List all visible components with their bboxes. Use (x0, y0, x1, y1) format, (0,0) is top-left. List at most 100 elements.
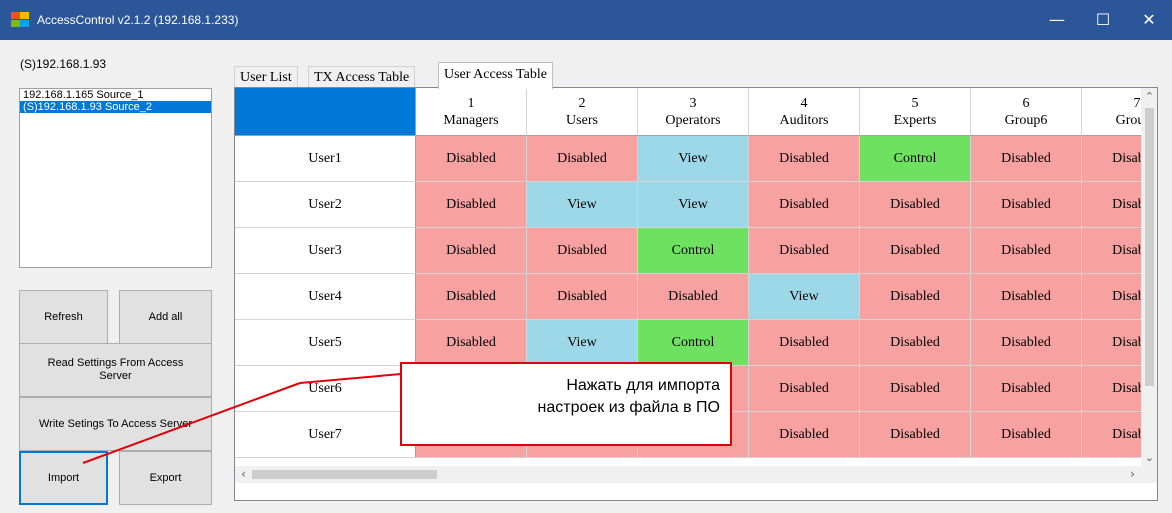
access-cell[interactable]: Control (638, 228, 749, 274)
access-cell[interactable]: Disabled (971, 136, 1082, 182)
column-number: 6 (1022, 96, 1030, 111)
column-name: Experts (893, 113, 937, 128)
tab-user-list[interactable]: User List (234, 66, 298, 88)
access-cell[interactable]: Disabled (971, 320, 1082, 366)
access-cell[interactable]: Disabled (749, 366, 860, 412)
app-icon (11, 12, 29, 27)
close-button[interactable]: ✕ (1126, 0, 1172, 40)
access-cell[interactable]: Disabled (749, 136, 860, 182)
column-header[interactable]: 7 Group7 (1082, 88, 1141, 136)
access-cell[interactable]: Disabled (416, 182, 527, 228)
access-cell[interactable]: Disabled (1082, 366, 1141, 412)
column-number: 3 (689, 96, 697, 111)
write-settings-button[interactable]: Write Setings To Access Server (19, 397, 212, 451)
access-cell[interactable]: Disabled (971, 182, 1082, 228)
column-number: 2 (578, 96, 586, 111)
access-cell[interactable]: Disabled (971, 366, 1082, 412)
access-cell[interactable]: Disabled (527, 274, 638, 320)
access-cell[interactable]: Disabled (1082, 274, 1141, 320)
tab-user-access-table[interactable]: User Access Table (438, 62, 553, 89)
column-name: Operators (665, 113, 721, 128)
horizontal-scroll-thumb[interactable] (252, 470, 437, 479)
access-cell[interactable]: Disabled (527, 228, 638, 274)
row-header-user[interactable]: User5 (235, 320, 416, 366)
scroll-down-icon[interactable]: ⌄ (1141, 449, 1157, 466)
access-cell[interactable]: Disabled (749, 320, 860, 366)
row-header-user[interactable]: User2 (235, 182, 416, 228)
column-header[interactable]: 6 Group6 (971, 88, 1082, 136)
access-cell[interactable]: View (638, 136, 749, 182)
callout-line-1: Нажать для импорта (566, 377, 720, 394)
scroll-up-icon[interactable]: ⌃ (1141, 88, 1157, 105)
access-cell[interactable]: Disabled (860, 320, 971, 366)
maximize-button[interactable]: ☐ (1080, 0, 1126, 40)
access-cell[interactable]: Control (860, 136, 971, 182)
column-number: 4 (800, 96, 808, 111)
access-cell[interactable]: View (527, 320, 638, 366)
access-cell[interactable]: Disabled (860, 182, 971, 228)
column-header[interactable]: 2 Users (527, 88, 638, 136)
tab-tx-access-table[interactable]: TX Access Table (308, 66, 416, 88)
access-cell[interactable]: Disabled (971, 274, 1082, 320)
access-cell[interactable]: Disabled (749, 412, 860, 458)
access-cell[interactable]: View (749, 274, 860, 320)
vertical-scrollbar[interactable]: ⌃ ⌄ (1141, 88, 1157, 466)
server-label: (S)192.168.1.93 (20, 57, 107, 71)
export-button[interactable]: Export (119, 451, 212, 505)
source-list-item[interactable]: (S)192.168.1.93 Source_2 (20, 101, 211, 113)
access-cell[interactable]: View (638, 182, 749, 228)
horizontal-scrollbar[interactable]: ‹ › (235, 466, 1141, 483)
column-number: 1 (467, 96, 475, 111)
access-cell[interactable]: Disabled (416, 228, 527, 274)
access-cell[interactable]: Control (638, 320, 749, 366)
access-cell[interactable]: Disabled (860, 274, 971, 320)
access-cell[interactable]: Disabled (416, 320, 527, 366)
scroll-right-icon[interactable]: › (1124, 466, 1141, 483)
access-cell[interactable]: View (527, 182, 638, 228)
access-cell[interactable]: Disabled (971, 412, 1082, 458)
window-title: AccessControl v2.1.2 (192.168.1.233) (37, 13, 239, 27)
column-header[interactable]: 3 Operators (638, 88, 749, 136)
vertical-scroll-thumb[interactable] (1145, 108, 1154, 386)
access-cell[interactable]: Disabled (860, 366, 971, 412)
access-cell[interactable]: Disabled (860, 412, 971, 458)
access-cell[interactable]: Disabled (860, 228, 971, 274)
row-header-user[interactable]: User7 (235, 412, 416, 458)
access-cell[interactable]: Disabled (1082, 320, 1141, 366)
scroll-left-icon[interactable]: ‹ (235, 466, 252, 483)
read-settings-button[interactable]: Read Settings From Access Server (19, 343, 212, 397)
column-number: 7 (1133, 96, 1141, 111)
row-header-user[interactable]: User4 (235, 274, 416, 320)
source-list-item[interactable]: 192.168.1.165 Source_1 (20, 89, 211, 101)
access-cell[interactable]: Disabled (971, 228, 1082, 274)
access-cell[interactable]: Disabled (416, 274, 527, 320)
column-name: Users (566, 113, 598, 128)
column-name: Auditors (779, 113, 829, 128)
column-name: Managers (443, 113, 499, 128)
column-header[interactable]: 1 Managers (416, 88, 527, 136)
access-cell[interactable]: Disabled (1082, 412, 1141, 458)
row-header-user[interactable]: User1 (235, 136, 416, 182)
row-header-user[interactable]: User3 (235, 228, 416, 274)
callout-line-2: настроек из файла в ПО (537, 399, 721, 416)
scroll-corner (1141, 466, 1157, 483)
source-list[interactable]: 192.168.1.165 Source_1 (S)192.168.1.93 So… (19, 88, 212, 268)
column-header[interactable]: 5 Experts (860, 88, 971, 136)
column-header[interactable]: 4 Auditors (749, 88, 860, 136)
access-cell[interactable]: Disabled (1082, 228, 1141, 274)
column-name: Group7 (1115, 113, 1141, 128)
access-cell[interactable]: Disabled (416, 136, 527, 182)
refresh-button[interactable]: Refresh (19, 290, 108, 344)
row-header-user[interactable]: User6 (235, 366, 416, 412)
import-button[interactable]: Import (19, 451, 108, 505)
access-cell[interactable]: Disabled (749, 228, 860, 274)
access-cell[interactable]: Disabled (638, 274, 749, 320)
access-cell[interactable]: Disabled (1082, 182, 1141, 228)
access-cell[interactable]: Disabled (749, 182, 860, 228)
table-corner-cell[interactable] (235, 88, 416, 136)
minimize-button[interactable]: — (1034, 0, 1080, 40)
access-cell[interactable]: Disabled (1082, 136, 1141, 182)
access-cell[interactable]: Disabled (527, 136, 638, 182)
column-name: Group6 (1004, 113, 1048, 128)
add-all-button[interactable]: Add all (119, 290, 212, 344)
